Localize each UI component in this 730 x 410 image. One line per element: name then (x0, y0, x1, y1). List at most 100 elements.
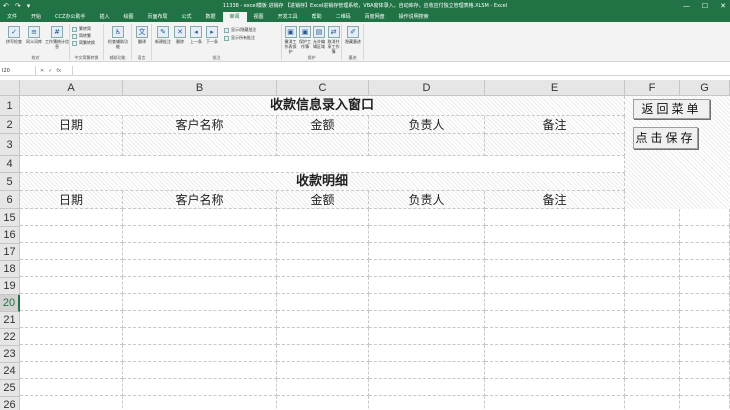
tab-review[interactable]: 审阅 (222, 12, 247, 22)
entry-amount-cell[interactable] (277, 134, 369, 156)
grid-cell[interactable] (680, 243, 730, 260)
tab-formulas[interactable]: 公式 (175, 12, 199, 22)
save-button[interactable]: 点击保存 (633, 127, 698, 149)
grid-cell[interactable] (369, 260, 485, 277)
row-header[interactable]: 5 (0, 173, 20, 191)
grid-cell[interactable] (20, 277, 123, 294)
grid-cell[interactable] (369, 294, 485, 311)
column-header-e[interactable]: E (485, 80, 625, 96)
column-header-g[interactable]: G (680, 80, 730, 96)
translate-button[interactable]: 文翻译 (134, 26, 150, 44)
row-header[interactable]: 17 (0, 244, 20, 261)
grid-cell[interactable] (680, 362, 730, 379)
tab-data[interactable]: 数据 (199, 12, 223, 22)
next-comment-button[interactable]: ▸ 下一条 (204, 26, 220, 44)
column-header-a[interactable]: A (20, 80, 123, 96)
grid-cell[interactable] (625, 243, 680, 260)
grid-cell[interactable] (20, 345, 123, 362)
row-header[interactable]: 1 (0, 96, 20, 116)
grid-cell[interactable] (20, 260, 123, 277)
grid-cell[interactable] (277, 311, 369, 328)
row-header[interactable]: 15 (0, 209, 20, 227)
row-header[interactable]: 23 (0, 346, 20, 363)
grid-cell[interactable] (485, 328, 625, 345)
unshare-workbook-button[interactable]: ⇄ 取消共享工作簿 (326, 26, 341, 54)
grid-cell[interactable] (123, 379, 277, 396)
grid-cell[interactable] (625, 260, 680, 277)
new-comment-button[interactable]: ✎ 新建批注 (154, 26, 172, 44)
grid-cell[interactable] (485, 277, 625, 294)
grid-cell[interactable] (123, 226, 277, 243)
grid-cell[interactable] (20, 209, 123, 226)
grid-cell[interactable] (485, 226, 625, 243)
back-menu-button[interactable]: 返回菜单 (633, 99, 710, 119)
column-header-d[interactable]: D (369, 80, 485, 96)
grid-cell[interactable] (369, 277, 485, 294)
grid-cell[interactable] (485, 379, 625, 396)
column-header-c[interactable]: C (277, 80, 369, 96)
row-header[interactable]: 6 (0, 191, 20, 209)
tab-ccz[interactable]: CCZ办公助手 (48, 12, 92, 22)
unprotect-sheet-button[interactable]: ▣ 撤消工作表保护 (283, 26, 298, 54)
grid-cell[interactable] (625, 294, 680, 311)
grid-cell[interactable] (680, 260, 730, 277)
grid-cell[interactable] (625, 311, 680, 328)
grid-cell[interactable] (369, 243, 485, 260)
tab-file[interactable]: 文件 (0, 12, 24, 22)
grid-cell[interactable] (369, 362, 485, 379)
grid-cell[interactable] (485, 311, 625, 328)
grid-cell[interactable] (123, 396, 277, 410)
grid-cell[interactable] (680, 209, 730, 226)
row-header[interactable]: 4 (0, 156, 20, 173)
grid-cell[interactable] (369, 396, 485, 410)
column-header-f[interactable]: F (625, 80, 680, 96)
tab-draw[interactable]: 绘图 (116, 12, 140, 22)
grid-cell[interactable] (123, 260, 277, 277)
minimize-icon[interactable]: — (683, 2, 690, 10)
thesaurus-button[interactable]: ≡ 同义词库 (24, 26, 44, 44)
grid-cell[interactable] (680, 294, 730, 311)
grid-cell[interactable] (123, 345, 277, 362)
grid-cell[interactable] (680, 379, 730, 396)
row-header[interactable]: 3 (0, 134, 20, 156)
grid-cell[interactable] (369, 379, 485, 396)
grid-cell[interactable] (20, 362, 123, 379)
grid-cell[interactable] (369, 226, 485, 243)
trad-to-simp-button[interactable]: 繁转简 (72, 26, 91, 32)
grid-cell[interactable] (20, 379, 123, 396)
tab-home[interactable]: 开始 (24, 12, 48, 22)
grid-cell[interactable] (123, 311, 277, 328)
tab-view[interactable]: 视图 (247, 12, 271, 22)
select-all-corner[interactable] (0, 80, 20, 96)
grid-cell[interactable] (625, 362, 680, 379)
delete-comment-button[interactable]: ✕ 删除 (172, 26, 188, 44)
workbook-stats-button[interactable]: # 工作簿统计信息 (45, 26, 69, 49)
grid-cell[interactable] (123, 243, 277, 260)
grid-cell[interactable] (123, 294, 277, 311)
tab-qrcode[interactable]: 二维码 (329, 12, 358, 22)
conversion-button[interactable]: 简繁转换 (72, 40, 95, 46)
entry-owner-cell[interactable] (369, 134, 485, 156)
protect-workbook-button[interactable]: ▣ 保护工作簿 (298, 26, 312, 49)
formula-input[interactable] (72, 66, 730, 76)
grid-cell[interactable] (680, 311, 730, 328)
row-header[interactable]: 24 (0, 363, 20, 380)
grid-cell[interactable] (123, 277, 277, 294)
grid-cell[interactable] (277, 362, 369, 379)
grid-cell[interactable] (680, 277, 730, 294)
grid-cell[interactable] (369, 209, 485, 226)
grid-cell[interactable] (680, 328, 730, 345)
grid-cell[interactable] (123, 362, 277, 379)
grid-cell[interactable] (277, 226, 369, 243)
grid-cell[interactable] (277, 209, 369, 226)
grid-cell[interactable] (625, 209, 680, 226)
row-header[interactable]: 22 (0, 329, 20, 346)
grid-cell[interactable] (277, 260, 369, 277)
fx-icon[interactable]: fx (56, 66, 61, 76)
grid-cell[interactable] (20, 328, 123, 345)
grid-cell[interactable] (680, 345, 730, 362)
grid-cell[interactable] (485, 345, 625, 362)
grid-cell[interactable] (625, 345, 680, 362)
toggle-comment-button[interactable]: 显示/隐藏批注 (224, 27, 256, 33)
grid-cell[interactable] (485, 396, 625, 410)
